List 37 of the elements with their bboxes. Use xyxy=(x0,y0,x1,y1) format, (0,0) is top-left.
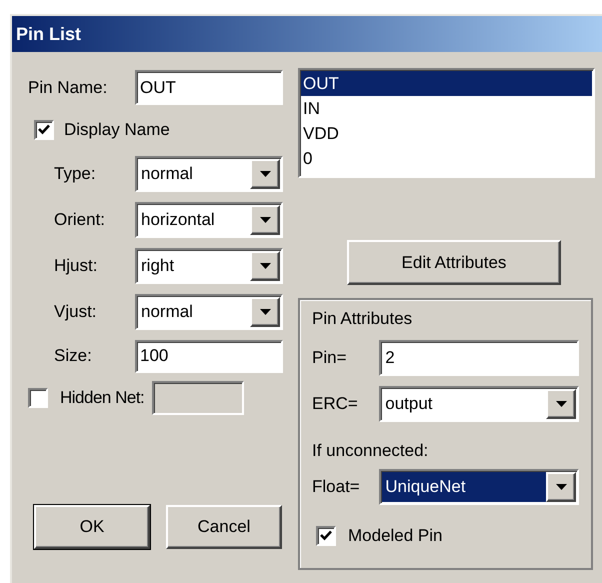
modeled-pin-checkbox[interactable] xyxy=(316,526,336,546)
pin-list-item[interactable]: OUT xyxy=(301,71,592,96)
display-name-label: Display Name xyxy=(64,119,170,141)
ok-button[interactable]: OK xyxy=(34,504,150,548)
float-dropdown[interactable]: UniqueNet xyxy=(379,469,579,505)
hidden-net-label: Hidden Net: xyxy=(60,386,144,409)
pin-number-label: Pin= xyxy=(312,346,348,369)
dropdown-field[interactable]: normal xyxy=(135,294,283,330)
field-label: Hjust: xyxy=(53,254,98,277)
window-title: Pin List xyxy=(16,22,82,46)
pin-list-item[interactable]: VDD xyxy=(301,121,592,146)
field-label: Type: xyxy=(53,162,97,185)
cancel-button[interactable]: Cancel xyxy=(166,504,282,548)
pin-name-label: Pin Name: xyxy=(28,76,108,99)
dropdown-field[interactable]: right xyxy=(135,248,283,284)
size-field[interactable]: 100 xyxy=(135,340,283,372)
pin-list-item[interactable]: 0 xyxy=(301,146,592,171)
edit-attributes-button[interactable]: Edit Attributes xyxy=(347,240,561,285)
erc-label: ERC= xyxy=(312,392,359,415)
field-label: Vjust: xyxy=(53,300,98,323)
checkmark-icon xyxy=(38,124,50,136)
dropdown-field[interactable]: horizontal xyxy=(135,202,283,238)
hidden-net-checkbox[interactable] xyxy=(28,388,48,408)
float-label: Float= xyxy=(312,476,361,498)
modeled-pin-label: Modeled Pin xyxy=(348,525,443,547)
pin-name-field[interactable]: OUT xyxy=(135,70,283,105)
dropdown-field[interactable]: normal xyxy=(135,156,283,192)
hidden-net-field[interactable] xyxy=(152,380,244,414)
field-label: Orient: xyxy=(53,208,106,231)
checkmark-icon xyxy=(320,530,332,542)
pin-number-field[interactable]: 2 xyxy=(379,340,579,376)
group-title: Pin Attributes xyxy=(312,308,414,330)
pin-list-item[interactable]: IN xyxy=(301,96,592,121)
if-unconnected-label: If unconnected: xyxy=(312,440,430,462)
size-label: Size: xyxy=(53,345,93,368)
display-name-checkbox[interactable] xyxy=(34,120,54,140)
erc-dropdown[interactable]: output xyxy=(379,386,579,422)
